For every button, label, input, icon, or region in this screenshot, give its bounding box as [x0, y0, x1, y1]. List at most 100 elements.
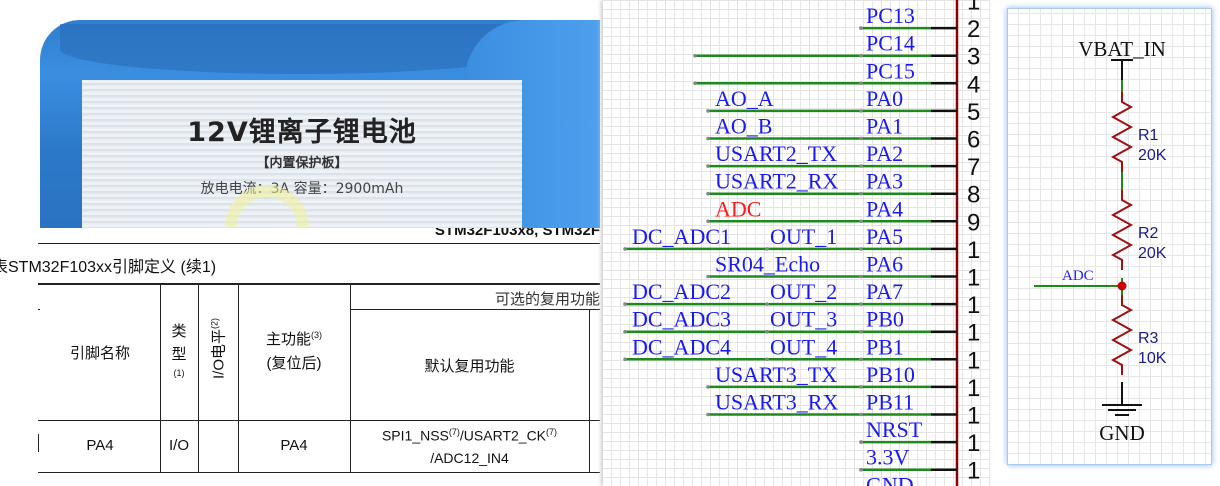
wire-end-dot [859, 274, 863, 279]
resistor-value: 20K [1138, 245, 1167, 262]
pin-row-pa0: PA0 4 AO_A [706, 71, 980, 113]
pin-row-pc13: PC13 1 [859, 0, 980, 30]
pin-number: 9 [967, 209, 980, 236]
resistor-ref: R1 [1138, 127, 1159, 144]
pin-name: PA4 [866, 196, 903, 221]
wire-end-dot [859, 467, 863, 472]
pin-number: 5 [967, 99, 980, 126]
resistor-symbol [1110, 190, 1134, 270]
wire-end-dot [859, 136, 863, 141]
wire-end-dot [706, 274, 710, 279]
net-label: USART3_RX [715, 390, 838, 415]
junction-dot [1117, 281, 1127, 291]
net-label-secondary: OUT_2 [770, 279, 837, 304]
pin-name: PC13 [866, 3, 915, 28]
wire-end-dot [765, 247, 769, 251]
pin-row-pc14: PC14 2 [693, 16, 980, 58]
net-label: USART3_TX [715, 362, 837, 387]
wire-end-dot [859, 247, 863, 251]
pin-name: PA0 [866, 86, 903, 111]
wire-end-dot [859, 81, 863, 86]
wire-end-dot [706, 219, 710, 224]
pin-name: PB1 [866, 334, 904, 359]
resistor-ref: R2 [1138, 225, 1159, 242]
pin-row-pa5: PA5 9 DC_ADC1 OUT_1 [623, 209, 980, 251]
pin-name: PC15 [866, 58, 915, 83]
net-label: DC_ADC3 [632, 307, 731, 332]
pin-name: PA6 [866, 252, 903, 277]
pin-number: 6 [967, 127, 980, 154]
wire-end-dot [859, 385, 863, 389]
net-label: DC_ADC4 [632, 334, 731, 359]
net-label: USART2_TX [715, 141, 837, 166]
wire-end-dot [706, 164, 710, 168]
resistor-symbol [1110, 295, 1134, 375]
wire-end-dot [706, 412, 710, 417]
wire-end-dot [859, 357, 863, 362]
pin-number: 1 [967, 0, 980, 16]
resistor-r3: R310K [1110, 295, 1167, 375]
net-label: AO_A [715, 86, 774, 111]
pin-name: PA3 [866, 169, 903, 194]
pin-name: PA7 [866, 279, 903, 304]
wire-end-dot [765, 357, 769, 362]
net-label: SR04_Echo [715, 252, 820, 277]
pin-number: 7 [967, 154, 980, 181]
pin-name: PA2 [866, 141, 903, 166]
wire-end-dot [693, 53, 697, 58]
pin-number: 2 [967, 16, 980, 43]
wire-end-dot [859, 191, 863, 196]
pin-number: 8 [967, 182, 980, 209]
wire-end-dot [623, 329, 627, 334]
wire-end-dot [765, 302, 769, 306]
power-label: VBAT_IN [1078, 37, 1166, 61]
pin-number: 1 [967, 347, 980, 374]
pin-number: 4 [967, 71, 980, 98]
net-label-secondary: OUT_1 [770, 224, 837, 249]
mcu-pins: PC13 1 PC14 2 PC15 3 PA0 4 AO_A PA1 5 AO_B PA2 6 USART… [623, 0, 980, 486]
resistor-ref: R3 [1138, 330, 1159, 347]
wire-end-dot [706, 109, 710, 113]
wire-end-dot [693, 81, 697, 86]
pin-row-pc15: PC15 3 [693, 44, 980, 86]
wire-end-dot [706, 191, 710, 196]
schematic-drawing: PC13 1 PC14 2 PC15 3 PA0 4 AO_A PA1 5 AO_B PA2 6 USART… [623, 0, 1167, 486]
wire-end-dot [859, 329, 863, 334]
pin-number: 1 [967, 375, 980, 402]
pin-row-pb10: PB10 1 USART3_TX [706, 347, 980, 389]
pin-number: 1 [967, 403, 980, 430]
ground-symbol [1102, 404, 1142, 416]
wire-end-dot [859, 53, 863, 58]
pin-name: PA1 [866, 114, 903, 139]
wire-end-dot [765, 329, 769, 334]
divider-circuit: VBAT_IN GND ADC R120KR220KR310K [1034, 37, 1167, 445]
net-label: AO_B [715, 114, 772, 139]
resistor-r1: R120K [1110, 92, 1167, 172]
pin-number: 1 [967, 458, 980, 485]
resistor-r2: R220K [1110, 190, 1167, 270]
pin-name: NRST [866, 417, 923, 442]
pin-number: 1 [967, 430, 980, 457]
net-label-secondary: OUT_4 [770, 334, 837, 359]
wire-end-dot [859, 302, 863, 306]
pin-name: PB10 [866, 362, 915, 387]
net-label: USART2_RX [715, 169, 838, 194]
pin-number: 1 [967, 292, 980, 319]
net-label-secondary: OUT_3 [770, 307, 837, 332]
wire-end-dot [623, 247, 627, 251]
adc-net-label: ADC [1062, 268, 1094, 284]
pin-name: PC14 [866, 31, 915, 56]
pin-number: 1 [967, 265, 980, 292]
wire-end-dot [706, 136, 710, 141]
resistor-value: 20K [1138, 147, 1167, 164]
pin-number: 3 [967, 44, 980, 71]
pin-row-pa6: PA6 1 SR04_Echo [706, 237, 980, 279]
net-label: DC_ADC1 [632, 224, 731, 249]
pin-name: PB11 [866, 390, 914, 415]
pin-number: 1 [967, 320, 980, 347]
wire-end-dot [859, 26, 863, 30]
wire-end-dot [859, 412, 863, 417]
pin-name: PB0 [866, 307, 904, 332]
net-label: ADC [715, 196, 761, 221]
pin-name: PA5 [866, 224, 903, 249]
